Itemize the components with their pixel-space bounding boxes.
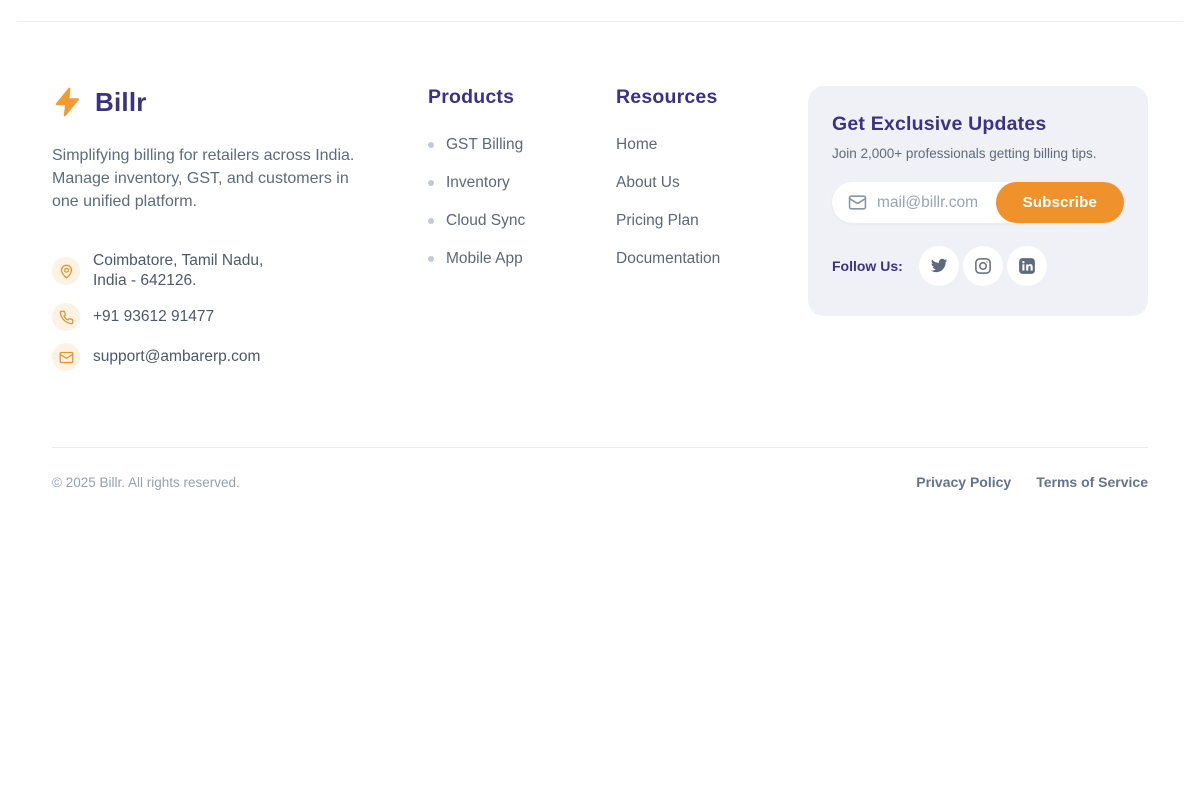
link-inventory[interactable]: Inventory [446,174,510,192]
newsletter-card: Get Exclusive Updates Join 2,000+ profes… [808,86,1148,316]
products-list: GST Billing Inventory Cloud Sync Mobile … [428,136,616,268]
contact-phone: +91 93612 91477 [52,303,428,331]
link-home[interactable]: Home [616,136,657,154]
phone-icon [52,303,80,331]
link-pricing-plan[interactable]: Pricing Plan [616,212,699,230]
resource-link-documentation: Documentation [616,250,808,268]
privacy-policy-link[interactable]: Privacy Policy [916,474,1011,490]
terms-of-service-link[interactable]: Terms of Service [1036,474,1148,490]
contact-email: support@ambarerp.com [52,343,428,371]
brand-column: Billr Simplifying billing for retailers … [52,86,428,383]
brand-description: Simplifying billing for retailers across… [52,144,364,213]
address-line1: Coimbatore, Tamil Nadu, [93,252,263,269]
linkedin-icon [1018,257,1036,275]
bullet-dot [428,218,434,224]
product-link-gst-billing: GST Billing [428,136,616,154]
resource-link-about-us: About Us [616,174,808,192]
phone-text: +91 93612 91477 [93,307,214,327]
subscribe-button[interactable]: Subscribe [996,182,1124,223]
resource-link-home: Home [616,136,808,154]
instagram-icon [974,257,992,275]
bottom-bar: © 2025 Billr. All rights reserved. Priva… [52,448,1148,490]
bullet-dot [428,180,434,186]
lightning-bolt-icon [52,86,84,118]
location-pin-icon [52,257,80,285]
email-text: support@ambarerp.com [93,347,260,367]
link-mobile-app[interactable]: Mobile App [446,250,523,268]
linkedin-button[interactable] [1007,246,1047,286]
email-input[interactable] [877,194,996,212]
product-link-inventory: Inventory [428,174,616,192]
link-documentation[interactable]: Documentation [616,250,720,268]
products-heading: Products [428,86,616,109]
subscribe-form: Subscribe [832,182,1124,223]
resources-heading: Resources [616,86,808,109]
resources-column: Resources Home About Us Pricing Plan Doc… [616,86,808,288]
newsletter-subtitle: Join 2,000+ professionals getting billin… [832,146,1124,161]
copyright-text: © 2025 Billr. All rights reserved. [52,475,240,490]
resource-link-pricing-plan: Pricing Plan [616,212,808,230]
product-link-mobile-app: Mobile App [428,250,616,268]
link-cloud-sync[interactable]: Cloud Sync [446,212,525,230]
resources-list: Home About Us Pricing Plan Documentation [616,136,808,268]
address-text: Coimbatore, Tamil Nadu, India - 642126. [93,251,263,291]
bullet-dot [428,256,434,262]
product-link-cloud-sync: Cloud Sync [428,212,616,230]
twitter-button[interactable] [919,246,959,286]
envelope-icon [52,343,80,371]
instagram-button[interactable] [963,246,1003,286]
newsletter-title: Get Exclusive Updates [832,113,1124,136]
bottom-links: Privacy Policy Terms of Service [916,474,1148,490]
bullet-dot [428,142,434,148]
contact-address: Coimbatore, Tamil Nadu, India - 642126. [52,251,428,291]
footer: Billr Simplifying billing for retailers … [0,22,1200,490]
footer-main: Billr Simplifying billing for retailers … [52,86,1148,383]
follow-row: Follow Us: [832,246,1124,286]
link-about-us[interactable]: About Us [616,174,680,192]
contact-list: Coimbatore, Tamil Nadu, India - 642126. … [52,251,428,371]
follow-us-label: Follow Us: [832,258,903,274]
address-line2: India - 642126. [93,272,196,289]
twitter-icon [930,257,948,275]
link-gst-billing[interactable]: GST Billing [446,136,523,154]
products-column: Products GST Billing Inventory Cloud Syn… [428,86,616,288]
mail-input-icon [848,193,867,212]
brand-name: Billr [95,87,147,118]
brand-logo: Billr [52,86,428,118]
